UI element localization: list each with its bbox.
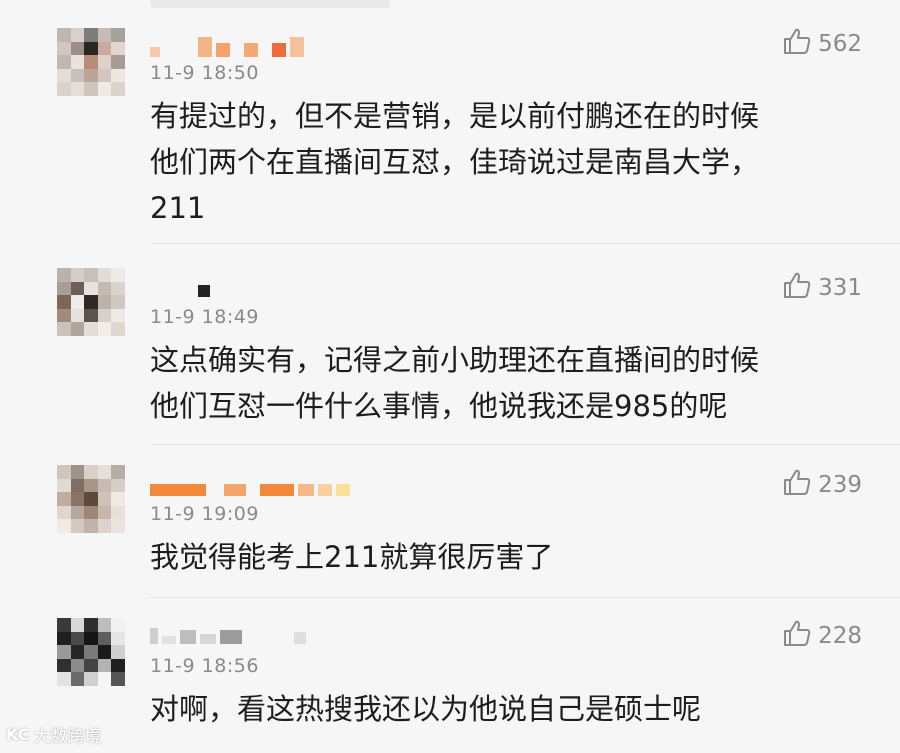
thumbs-up-icon (782, 270, 812, 306)
like-button[interactable]: 562 (782, 26, 862, 62)
comment-time: 11-9 18:56 (150, 655, 259, 677)
divider (150, 444, 900, 445)
avatar[interactable] (57, 465, 125, 533)
divider (150, 597, 900, 598)
like-button[interactable]: 331 (782, 270, 862, 306)
like-count: 331 (818, 275, 862, 301)
thumbs-up-icon (782, 26, 812, 62)
avatar[interactable] (57, 618, 125, 686)
like-count: 562 (818, 31, 862, 57)
like-count: 228 (818, 623, 862, 649)
comment-text: 我觉得能考上211就算很厉害了 (150, 540, 554, 574)
avatar[interactable] (57, 268, 125, 336)
watermark-text: 大数跨境 (33, 727, 102, 747)
thumbs-up-icon (782, 618, 812, 654)
like-button[interactable]: 239 (782, 467, 862, 503)
watermark-logo: KC (6, 725, 30, 744)
comment-time: 11-9 19:09 (150, 503, 259, 525)
comment-time: 11-9 18:49 (150, 306, 259, 328)
username-mosaic[interactable] (150, 622, 306, 644)
comment-text: 有提过的，但不是营销，是以前付鹏还在的时候 他们两个在直播间互怼，佳琦说过是南昌… (150, 99, 760, 225)
like-button[interactable]: 228 (782, 618, 862, 654)
comment-time: 11-9 18:50 (150, 62, 259, 84)
watermark: KC 大数跨境 (6, 722, 101, 747)
top-divider (150, 0, 390, 8)
comment-text: 这点确实有，记得之前小助理还在直播间的时候 他们互怼一件什么事情，他说我还是98… (150, 343, 760, 423)
thumbs-up-icon (782, 467, 812, 503)
avatar[interactable] (57, 28, 125, 96)
username-mosaic[interactable] (150, 275, 210, 297)
like-count: 239 (818, 472, 862, 498)
comment-text: 对啊，看这热搜我还以为他说自己是硕士呢 (150, 692, 702, 726)
username-mosaic[interactable] (150, 474, 350, 496)
divider (150, 243, 900, 244)
username-mosaic[interactable] (150, 35, 304, 57)
